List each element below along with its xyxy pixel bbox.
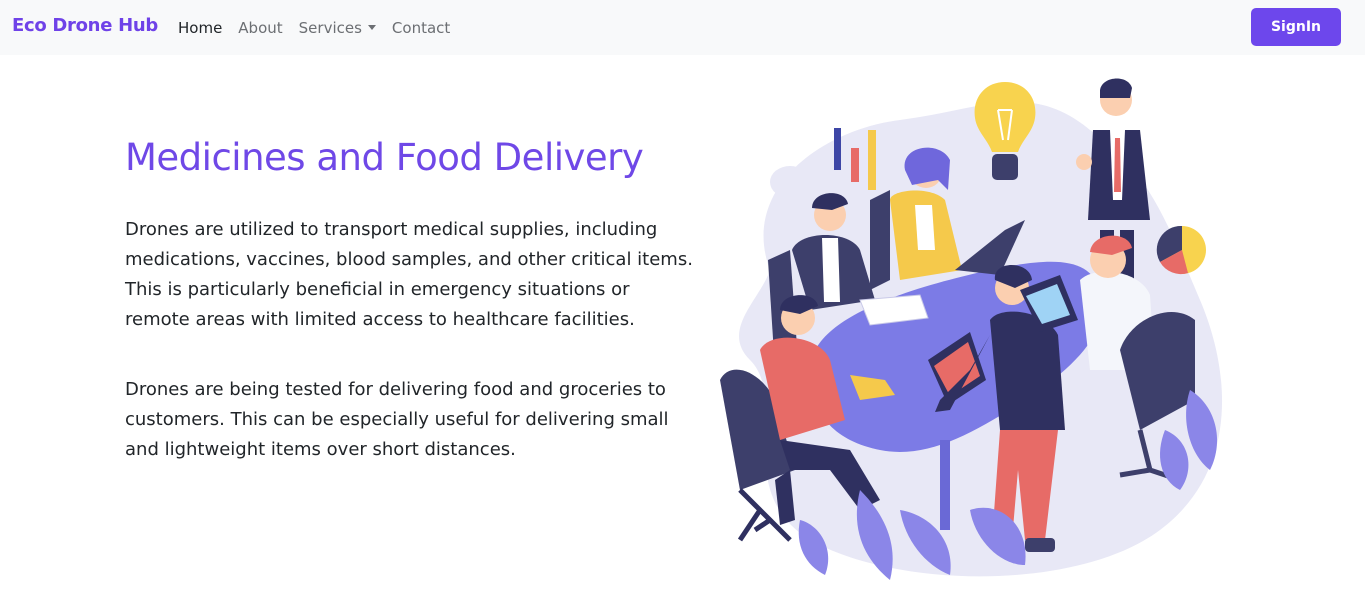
nav-link-services[interactable]: Services: [291, 19, 384, 37]
nav-link-services-label: Services: [298, 18, 362, 37]
meeting-illustration: [720, 78, 1223, 580]
table-leg: [940, 440, 950, 530]
caret-down-icon: [367, 24, 376, 30]
hero-paragraph-food: Drones are being tested for delivering f…: [125, 379, 669, 460]
navbar: Eco Drone Hub Home About Services Contac…: [0, 0, 1365, 55]
nav-links: Home About Services Contact: [170, 0, 458, 55]
pie-chart-icon: [1156, 225, 1206, 275]
hero-paragraph-medical: Drones are utilized to transport medical…: [125, 219, 693, 330]
nav-link-contact[interactable]: Contact: [384, 19, 458, 37]
dot-small: [1044, 145, 1058, 159]
nav-link-home[interactable]: Home: [170, 19, 230, 37]
hero-title: Medicines and Food Delivery: [125, 136, 644, 179]
nav-link-about[interactable]: About: [230, 19, 290, 37]
brand-logo[interactable]: Eco Drone Hub: [12, 15, 158, 36]
cloud-small: [770, 166, 810, 198]
signin-button[interactable]: SignIn: [1251, 8, 1341, 46]
